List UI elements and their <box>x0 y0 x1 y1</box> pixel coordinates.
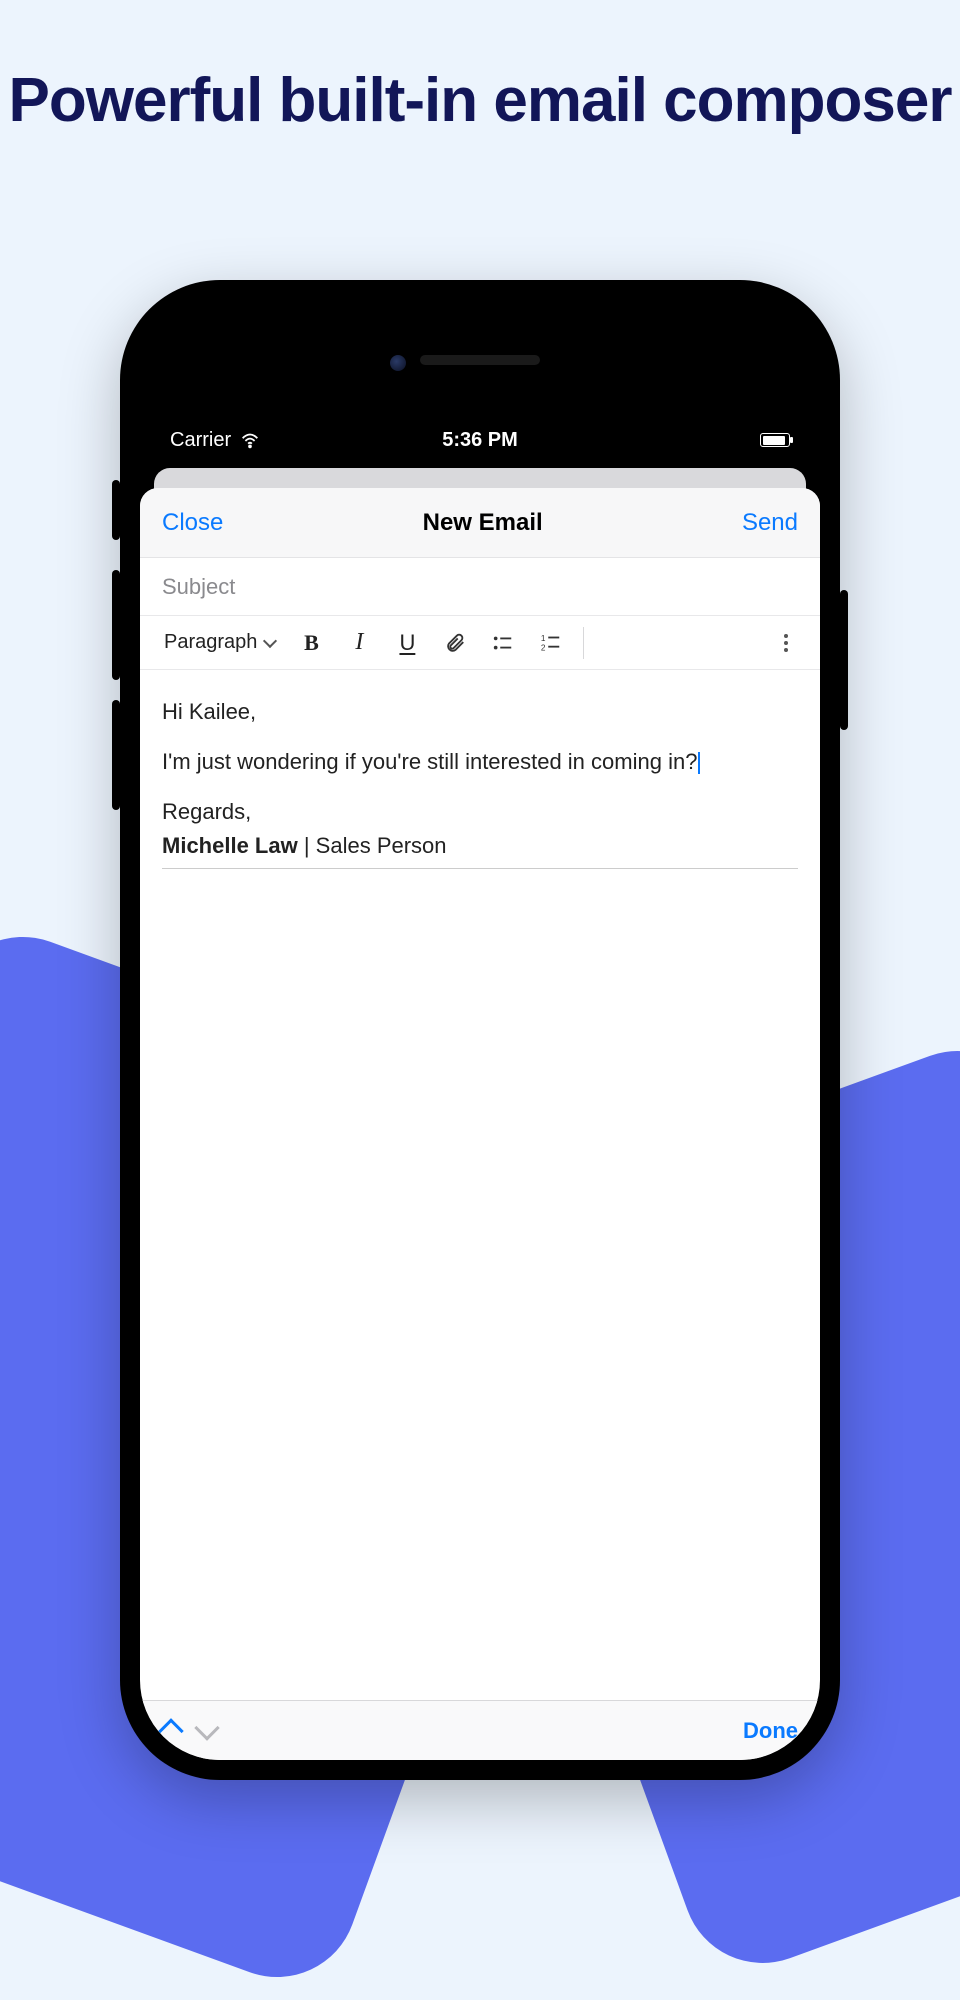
svg-text:2: 2 <box>541 643 546 652</box>
phone-volume-up <box>112 570 120 680</box>
headline: Powerful built-in email composer <box>0 65 960 136</box>
front-camera <box>390 355 406 371</box>
text-caret <box>698 752 700 774</box>
status-bar: Carrier 5:36 PM <box>140 420 820 460</box>
attachment-button[interactable] <box>433 623 477 663</box>
phone-volume-down <box>112 700 120 810</box>
underline-button[interactable]: U <box>385 623 429 663</box>
bold-button[interactable]: B <box>289 623 333 663</box>
paperclip-icon <box>444 632 466 654</box>
numbered-list-button[interactable]: 12 <box>529 623 573 663</box>
subject-input[interactable] <box>162 574 798 600</box>
keyboard-accessory-bar: Done <box>140 1700 820 1760</box>
close-button[interactable]: Close <box>162 509 223 537</box>
modal-header: Close New Email Send <box>140 488 820 558</box>
phone-frame: Carrier 5:36 PM Close New Email Send Par… <box>120 280 840 1780</box>
subject-row <box>140 558 820 616</box>
signature-divider <box>162 868 798 869</box>
email-body-editor[interactable]: Hi Kailee, I'm just wondering if you're … <box>140 670 820 1700</box>
send-button[interactable]: Send <box>742 509 798 537</box>
more-formatting-button[interactable] <box>766 634 806 652</box>
wifi-icon <box>239 429 261 451</box>
format-toolbar: Paragraph B I U 12 <box>140 616 820 670</box>
italic-button[interactable]: I <box>337 623 381 663</box>
toolbar-separator <box>583 627 584 659</box>
compose-modal: Close New Email Send Paragraph B I U <box>140 488 820 1760</box>
svg-text:1: 1 <box>541 634 546 643</box>
paragraph-style-select[interactable]: Paragraph <box>154 625 285 660</box>
clock: 5:36 PM <box>442 429 518 452</box>
body-line: I'm just wondering if you're still inter… <box>162 746 798 778</box>
bullet-list-button[interactable] <box>481 623 525 663</box>
phone-top-bezel <box>140 300 820 420</box>
phone-mute-switch <box>112 480 120 540</box>
modal-title: New Email <box>423 509 543 537</box>
carrier-label: Carrier <box>170 429 231 452</box>
chevron-down-icon <box>263 633 277 647</box>
prev-field-button[interactable] <box>158 1718 183 1743</box>
phone-screen: Carrier 5:36 PM Close New Email Send Par… <box>140 300 820 1760</box>
body-greeting: Hi Kailee, <box>162 696 798 728</box>
bullet-list-icon <box>492 632 514 654</box>
body-regards: Regards, <box>162 796 798 828</box>
done-button[interactable]: Done <box>743 1718 798 1744</box>
battery-icon <box>760 433 790 447</box>
more-vertical-icon <box>784 634 788 652</box>
paragraph-style-label: Paragraph <box>164 631 257 654</box>
earpiece-speaker <box>420 355 540 365</box>
signature-name: Michelle Law <box>162 833 298 858</box>
signature-line: Michelle Law | Sales Person <box>162 830 798 862</box>
phone-power-button <box>840 590 848 730</box>
signature-title: Sales Person <box>316 833 447 858</box>
numbered-list-icon: 12 <box>540 632 562 654</box>
next-field-button[interactable] <box>194 1715 219 1740</box>
